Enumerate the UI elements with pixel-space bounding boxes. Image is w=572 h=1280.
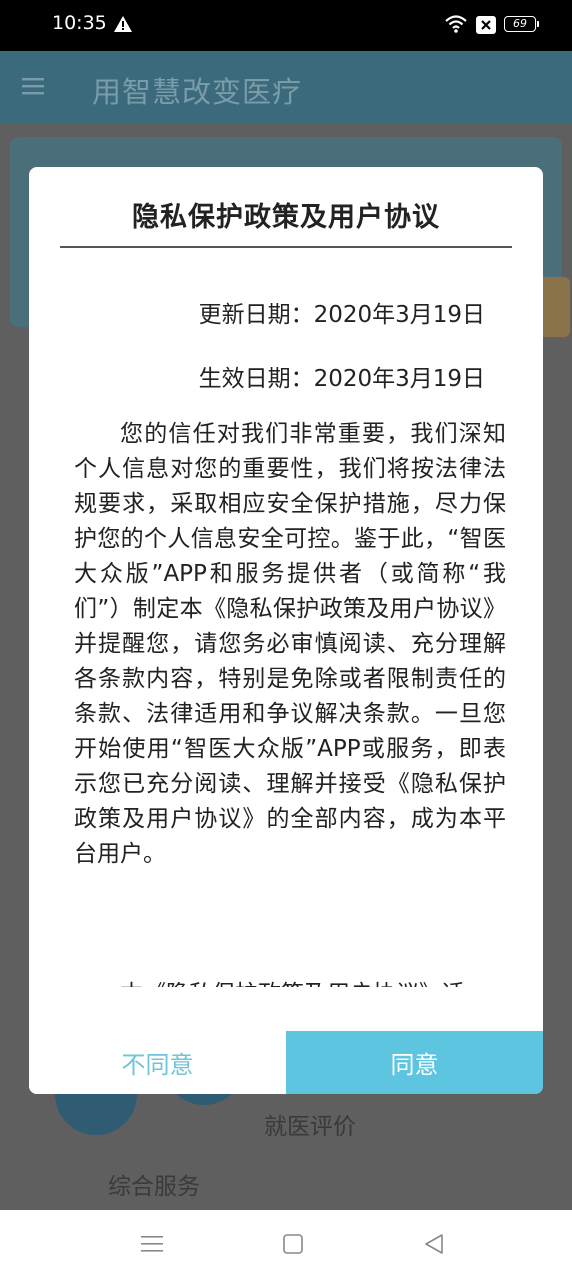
home-icon[interactable] (283, 1234, 303, 1258)
status-time: 10:35 (52, 12, 107, 34)
recents-icon[interactable] (141, 1234, 163, 1258)
battery-icon: 69 (504, 16, 539, 32)
update-date: 更新日期：2020年3月19日 (199, 295, 485, 329)
sim-icon (476, 16, 496, 38)
privacy-dialog: 隐私保护政策及用户协议 更新日期：2020年3月19日 生效日期：2020年3月… (29, 167, 543, 1094)
warning-icon (114, 16, 132, 36)
navigation-bar (0, 1210, 572, 1280)
effective-date: 生效日期：2020年3月19日 (199, 359, 485, 393)
review-label: 就医评价 (264, 1114, 356, 1140)
effective-date-value: 2020年3月19日 (313, 366, 485, 392)
policy-paragraph-partial: 本《隐私保护政策及用户协议》适 (74, 977, 506, 987)
service-label: 综合服务 (108, 1174, 200, 1200)
back-icon[interactable] (424, 1234, 444, 1258)
update-date-value: 2020年3月19日 (313, 302, 485, 328)
policy-scroll-area[interactable]: 更新日期：2020年3月19日 生效日期：2020年3月19日 您的信任对我们非… (29, 247, 543, 987)
menu-icon[interactable] (22, 77, 44, 99)
policy-paragraph: 您的信任对我们非常重要，我们深知个人信息对您的重要性，我们将按法律法规要求，采取… (74, 421, 506, 867)
app-header: 用智慧改变医疗 (0, 51, 572, 123)
disagree-button[interactable]: 不同意 (29, 1031, 286, 1094)
agree-button[interactable]: 同意 (286, 1031, 543, 1094)
update-date-label: 更新日期： (198, 302, 314, 328)
effective-date-label: 生效日期： (198, 366, 314, 392)
status-bar: 10:35 69 (0, 0, 572, 51)
wifi-icon (444, 14, 468, 38)
app-title: 用智慧改变医疗 (92, 75, 303, 109)
dialog-title: 隐私保护政策及用户协议 (132, 202, 440, 233)
